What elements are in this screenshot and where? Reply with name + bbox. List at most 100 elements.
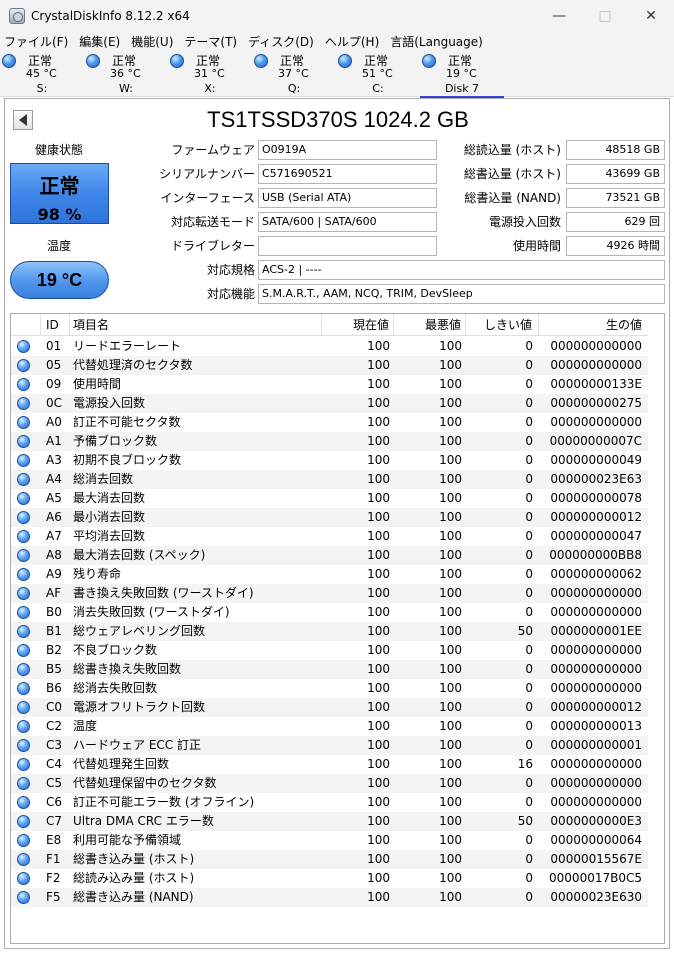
- worst-value: 100: [439, 548, 462, 562]
- table-row[interactable]: A3 初期不良ブロック数 100 100 0 000000000049: [11, 451, 648, 470]
- table-row[interactable]: AF 書き換え失敗回数 (ワーストダイ) 100 100 0 000000000000: [11, 584, 648, 603]
- table-row[interactable]: C7 Ultra DMA CRC エラー数 100 100 50 0000000000E3: [11, 812, 648, 831]
- attribute-name: 利用可能な予備領域: [73, 833, 182, 847]
- menu-edit[interactable]: 編集(E): [79, 33, 120, 50]
- menu-language[interactable]: 言語(Language): [390, 33, 483, 50]
- current-value: 100: [367, 567, 390, 581]
- disk-button-x[interactable]: 正常 31 °C X:: [168, 51, 252, 97]
- disk-button-q[interactable]: 正常 37 °C Q:: [252, 51, 336, 97]
- threshold-value: 0: [525, 833, 533, 847]
- attribute-name: 総消去回数: [73, 472, 134, 486]
- table-row[interactable]: B5 総書き換え失敗回数 100 100 0 000000000000: [11, 660, 648, 679]
- worst-value: 100: [439, 814, 462, 828]
- menu-file[interactable]: ファイル(F): [4, 33, 68, 50]
- worst-value: 100: [439, 377, 462, 391]
- table-row[interactable]: A9 残り寿命 100 100 0 000000000062: [11, 565, 648, 584]
- header-status[interactable]: [11, 314, 41, 335]
- disk-temperature: 37 °C: [278, 67, 309, 80]
- disk-button-w[interactable]: 正常 36 °C W:: [84, 51, 168, 97]
- status-cell: [11, 717, 41, 736]
- table-row[interactable]: 05 代替処理済のセクタ数 100 100 0 000000000000: [11, 356, 648, 375]
- current-value: 100: [367, 719, 390, 733]
- status-dot-icon: [17, 606, 30, 619]
- table-row[interactable]: 0C 電源投入回数 100 100 0 000000000275: [11, 394, 648, 413]
- raw-value: 000000000078: [550, 491, 642, 505]
- current-value: 100: [367, 776, 390, 790]
- disk-label: W:: [119, 82, 133, 95]
- header-threshold[interactable]: しきい値: [466, 314, 539, 335]
- threshold-value: 0: [525, 738, 533, 752]
- status-dot-icon: [17, 777, 30, 790]
- current-value: 100: [367, 510, 390, 524]
- worst-value: 100: [439, 415, 462, 429]
- table-row[interactable]: B2 不良ブロック数 100 100 0 000000000000: [11, 641, 648, 660]
- table-row[interactable]: B0 消去失敗回数 (ワーストダイ) 100 100 0 000000000000: [11, 603, 648, 622]
- raw-value: 000000000000: [550, 605, 642, 619]
- menu-bar: ファイル(F) 編集(E) 機能(U) テーマ(T) ディスク(D) ヘルプ(H…: [0, 32, 674, 50]
- table-row[interactable]: A6 最小消去回数 100 100 0 000000000012: [11, 508, 648, 527]
- attribute-id: C7: [46, 814, 63, 828]
- status-cell: [11, 793, 41, 812]
- disk-button-c[interactable]: 正常 51 °C C:: [336, 51, 420, 97]
- header-id[interactable]: ID: [41, 314, 70, 335]
- attribute-name: 総書き込み量 (NAND): [73, 890, 194, 904]
- table-row[interactable]: 01 リードエラーレート 100 100 0 000000000000: [11, 337, 648, 356]
- table-row[interactable]: C6 訂正不可能エラー数 (オフライン) 100 100 0 000000000000: [11, 793, 648, 812]
- table-row[interactable]: C3 ハードウェア ECC 訂正 100 100 0 000000000001: [11, 736, 648, 755]
- worst-value: 100: [439, 510, 462, 524]
- table-row[interactable]: 09 使用時間 100 100 0 00000000133E: [11, 375, 648, 394]
- table-row[interactable]: F1 総書き込み量 (ホスト) 100 100 0 00000015567E: [11, 850, 648, 869]
- table-row[interactable]: C2 温度 100 100 0 000000000013: [11, 717, 648, 736]
- threshold-value: 0: [525, 396, 533, 410]
- current-value: 100: [367, 605, 390, 619]
- current-value: 100: [367, 700, 390, 714]
- header-raw[interactable]: 生の値: [539, 314, 648, 335]
- table-row[interactable]: F5 総書き込み量 (NAND) 100 100 0 00000023E630: [11, 888, 648, 907]
- table-row[interactable]: B1 総ウェアレベリング回数 100 100 50 0000000001EE: [11, 622, 648, 641]
- table-row[interactable]: E8 利用可能な予備領域 100 100 0 000000000064: [11, 831, 648, 850]
- table-row[interactable]: A1 予備ブロック数 100 100 0 00000000007C: [11, 432, 648, 451]
- threshold-value: 0: [525, 795, 533, 809]
- attribute-name: 書き換え失敗回数 (ワーストダイ): [73, 586, 254, 600]
- attribute-name: 電源投入回数: [73, 396, 146, 410]
- table-row[interactable]: B6 総消去失敗回数 100 100 0 000000000000: [11, 679, 648, 698]
- smart-table[interactable]: ID 項目名 現在値 最悪値 しきい値 生の値 01 リードエラーレート 100 10…: [10, 313, 665, 944]
- table-row[interactable]: C5 代替処理保留中のセクタ数 100 100 0 000000000000: [11, 774, 648, 793]
- header-worst[interactable]: 最悪値: [394, 314, 466, 335]
- disk-button-s[interactable]: 正常 45 °C S:: [0, 51, 84, 97]
- status-dot-icon: [17, 568, 30, 581]
- worst-value: 100: [439, 738, 462, 752]
- raw-value: 000000000000: [550, 643, 642, 657]
- header-name[interactable]: 項目名: [70, 314, 322, 335]
- menu-function[interactable]: 機能(U): [131, 33, 173, 50]
- table-row[interactable]: A5 最大消去回数 100 100 0 000000000078: [11, 489, 648, 508]
- status-cell: [11, 527, 41, 546]
- raw-value: 000000000064: [550, 833, 642, 847]
- attribute-id: 01: [46, 339, 62, 353]
- maximize-button[interactable]: □: [582, 0, 628, 32]
- menu-help[interactable]: ヘルプ(H): [325, 33, 379, 50]
- threshold-value: 0: [525, 377, 533, 391]
- health-status-button[interactable]: 正常 98 %: [10, 163, 109, 224]
- table-row[interactable]: F2 総読み込み量 (ホスト) 100 100 0 00000017B0C5: [11, 869, 648, 888]
- table-row[interactable]: C4 代替処理発生回数 100 100 16 000000000000: [11, 755, 648, 774]
- current-value: 100: [367, 757, 390, 771]
- table-row[interactable]: C0 電源オフリトラクト回数 100 100 0 000000000012: [11, 698, 648, 717]
- header-current[interactable]: 現在値: [322, 314, 394, 335]
- health-label: 健康状態: [34, 143, 83, 157]
- temperature-button[interactable]: 19 °C: [10, 261, 109, 299]
- status-dot-icon: [17, 397, 30, 410]
- threshold-value: 0: [525, 339, 533, 353]
- current-value: 100: [367, 453, 390, 467]
- raw-value: 0000000000E3: [550, 814, 642, 828]
- minimize-button[interactable]: —: [536, 0, 582, 32]
- menu-theme[interactable]: テーマ(T): [184, 33, 237, 50]
- table-row[interactable]: A8 最大消去回数 (スペック) 100 100 0 000000000BB8: [11, 546, 648, 565]
- close-button[interactable]: ✕: [628, 0, 674, 32]
- table-row[interactable]: A4 総消去回数 100 100 0 000000023E63: [11, 470, 648, 489]
- menu-disk[interactable]: ディスク(D): [248, 33, 314, 50]
- table-row[interactable]: A0 訂正不可能セクタ数 100 100 0 000000000000: [11, 413, 648, 432]
- power-hours-label: 使用時間: [512, 239, 561, 253]
- table-row[interactable]: A7 平均消去回数 100 100 0 000000000047: [11, 527, 648, 546]
- disk-button-disk7[interactable]: 正常 19 °C Disk 7: [420, 51, 504, 98]
